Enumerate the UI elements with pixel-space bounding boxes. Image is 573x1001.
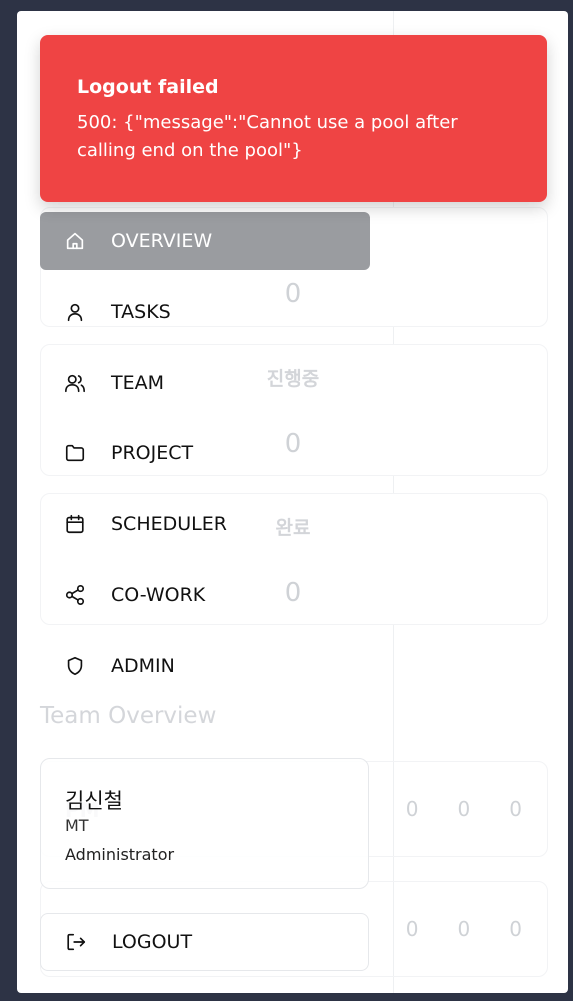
team-overview-title: Team Overview	[40, 703, 217, 729]
menu-item-admin[interactable]: ADMIN	[40, 637, 370, 695]
team-row-cell: 0	[405, 797, 419, 821]
user-icon	[64, 301, 86, 323]
toast-title: Logout failed	[77, 76, 219, 98]
menu-item-tasks[interactable]: TASKS	[40, 283, 370, 341]
shield-icon	[64, 655, 86, 677]
team-row-cell: 0	[405, 917, 419, 941]
folder-icon	[64, 442, 86, 464]
menu-item-label: OVERVIEW	[111, 230, 213, 252]
toast-message: 500: {"message":"Cannot use a pool after…	[77, 112, 458, 161]
menu-item-label: SCHEDULER	[111, 513, 227, 535]
menu-item-label: TEAM	[111, 372, 165, 394]
home-icon	[64, 230, 86, 252]
menu-item-project[interactable]: PROJECT	[40, 424, 370, 482]
user-title: Administrator	[65, 845, 175, 864]
users-icon	[64, 372, 86, 394]
logout-label: LOGOUT	[112, 931, 193, 953]
menu-item-label: TASKS	[111, 301, 171, 323]
share-icon	[64, 584, 86, 606]
team-row-cell: 0	[509, 917, 522, 941]
menu-item-scheduler[interactable]: SCHEDULER	[40, 495, 370, 553]
menu-item-label: ADMIN	[111, 655, 175, 677]
menu-item-label: CO-WORK	[111, 584, 206, 606]
calendar-icon	[64, 513, 86, 535]
team-row-cell: 0	[509, 797, 522, 821]
menu-item-team[interactable]: TEAM	[40, 354, 370, 412]
team-row-cell: 0	[457, 917, 471, 941]
user-name: 김신철	[65, 789, 123, 813]
menu-item-label: PROJECT	[111, 442, 194, 464]
user-profile-card: 김신철 MT Administrator	[40, 758, 369, 889]
menu-item-overview[interactable]: OVERVIEW	[40, 212, 370, 270]
team-row-cell: 0	[457, 797, 471, 821]
logout-button[interactable]: LOGOUT	[40, 913, 369, 971]
user-role: MT	[65, 816, 89, 835]
logout-icon	[65, 931, 87, 953]
menu-item-co-work[interactable]: CO-WORK	[40, 566, 370, 624]
error-toast[interactable]: Logout failed 500: {"message":"Cannot us…	[40, 35, 547, 202]
